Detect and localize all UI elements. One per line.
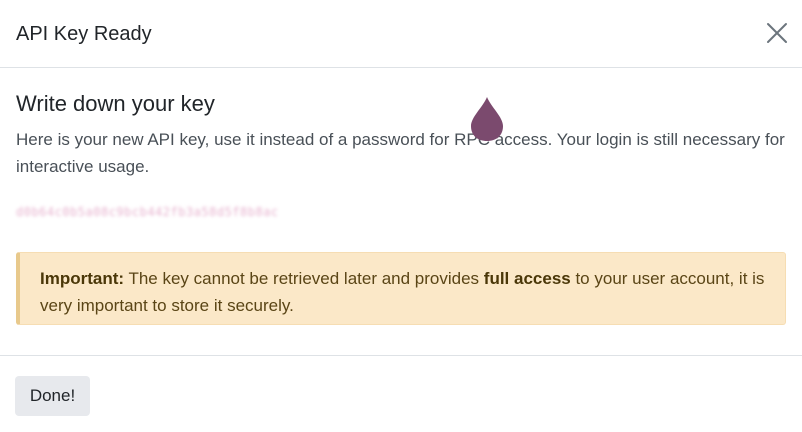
section-heading: Write down your key [16, 91, 215, 116]
alert-emphasis: full access [483, 269, 571, 288]
dialog-header: API Key Ready [0, 0, 802, 68]
close-icon [767, 23, 787, 43]
warning-alert: Important: The key cannot be retrieved l… [16, 252, 786, 325]
alert-text-before: The key cannot be retrieved later and pr… [124, 269, 484, 288]
description-text: Here is your new API key, use it instead… [16, 130, 785, 176]
dialog-body: Write down your key Here is your new API… [0, 68, 802, 355]
dialog-footer: Done! [0, 355, 802, 432]
api-key-value[interactable]: d0b64c0b5a08c9bcb442fb3a58d5f8b8ac [16, 204, 279, 220]
api-key-dialog: API Key Ready Write down your key Here i… [0, 0, 802, 432]
close-button[interactable] [766, 22, 788, 44]
alert-label: Important: [40, 269, 125, 288]
done-button[interactable]: Done! [15, 376, 90, 416]
dialog-title: API Key Ready [16, 23, 152, 45]
